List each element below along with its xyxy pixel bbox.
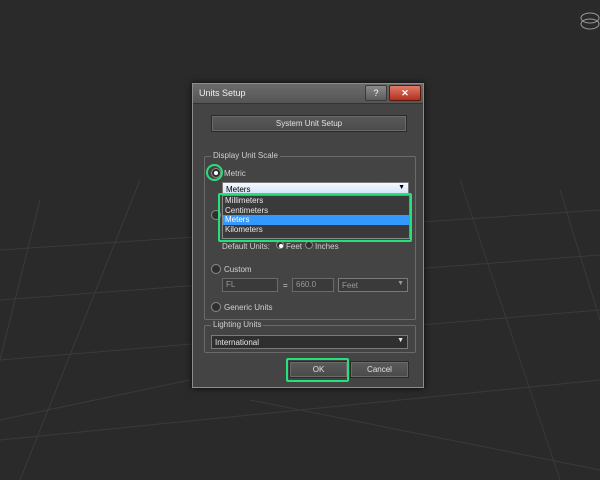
- chevron-down-icon: ▼: [398, 184, 405, 191]
- help-button[interactable]: ?: [365, 85, 387, 101]
- chevron-down-icon: ▼: [397, 280, 404, 287]
- chevron-down-icon: ▼: [397, 337, 404, 344]
- option-millimeters[interactable]: Millimeters: [223, 196, 409, 206]
- dialog-titlebar[interactable]: Units Setup ? ✕: [193, 84, 423, 104]
- equals-label: =: [283, 281, 288, 290]
- metric-radio[interactable]: [211, 168, 221, 178]
- custom-radio[interactable]: [211, 264, 221, 274]
- default-units-label: Default Units:: [222, 242, 271, 251]
- metric-units-value: Meters: [226, 185, 251, 194]
- custom-unit-value: Feet: [342, 281, 359, 290]
- feet-label: Feet: [286, 242, 303, 251]
- metric-units-select[interactable]: Meters ▼: [222, 182, 409, 196]
- close-button[interactable]: ✕: [389, 85, 421, 101]
- lighting-units-value: International: [215, 338, 260, 347]
- inches-radio[interactable]: [305, 241, 313, 249]
- lighting-units-label: Lighting Units: [211, 320, 264, 329]
- lighting-units-select[interactable]: International ▼: [211, 335, 408, 349]
- generic-units-radio[interactable]: [211, 302, 221, 312]
- system-unit-setup-button[interactable]: System Unit Setup: [211, 115, 407, 132]
- feet-radio[interactable]: [276, 241, 284, 249]
- display-unit-scale-label: Display Unit Scale: [211, 151, 280, 160]
- custom-unit-select[interactable]: Feet ▼: [338, 278, 408, 292]
- ok-button[interactable]: OK: [289, 361, 348, 378]
- us-standard-radio[interactable]: [211, 210, 221, 220]
- gizmo-icon: [580, 12, 600, 30]
- custom-name-field[interactable]: FL: [222, 278, 278, 292]
- generic-units-label: Generic Units: [224, 303, 273, 312]
- cancel-button[interactable]: Cancel: [350, 361, 409, 378]
- dialog-title: Units Setup: [199, 88, 246, 98]
- inches-label: Inches: [315, 242, 339, 251]
- custom-amount-field[interactable]: 660.0: [292, 278, 334, 292]
- metric-label: Metric: [224, 169, 246, 178]
- custom-label: Custom: [224, 265, 252, 274]
- option-meters[interactable]: Meters: [223, 215, 409, 225]
- option-centimeters[interactable]: Centimeters: [223, 206, 409, 216]
- option-kilometers[interactable]: Kilometers: [223, 225, 409, 235]
- metric-units-dropdown-list[interactable]: Millimeters Centimeters Meters Kilometer…: [222, 195, 410, 239]
